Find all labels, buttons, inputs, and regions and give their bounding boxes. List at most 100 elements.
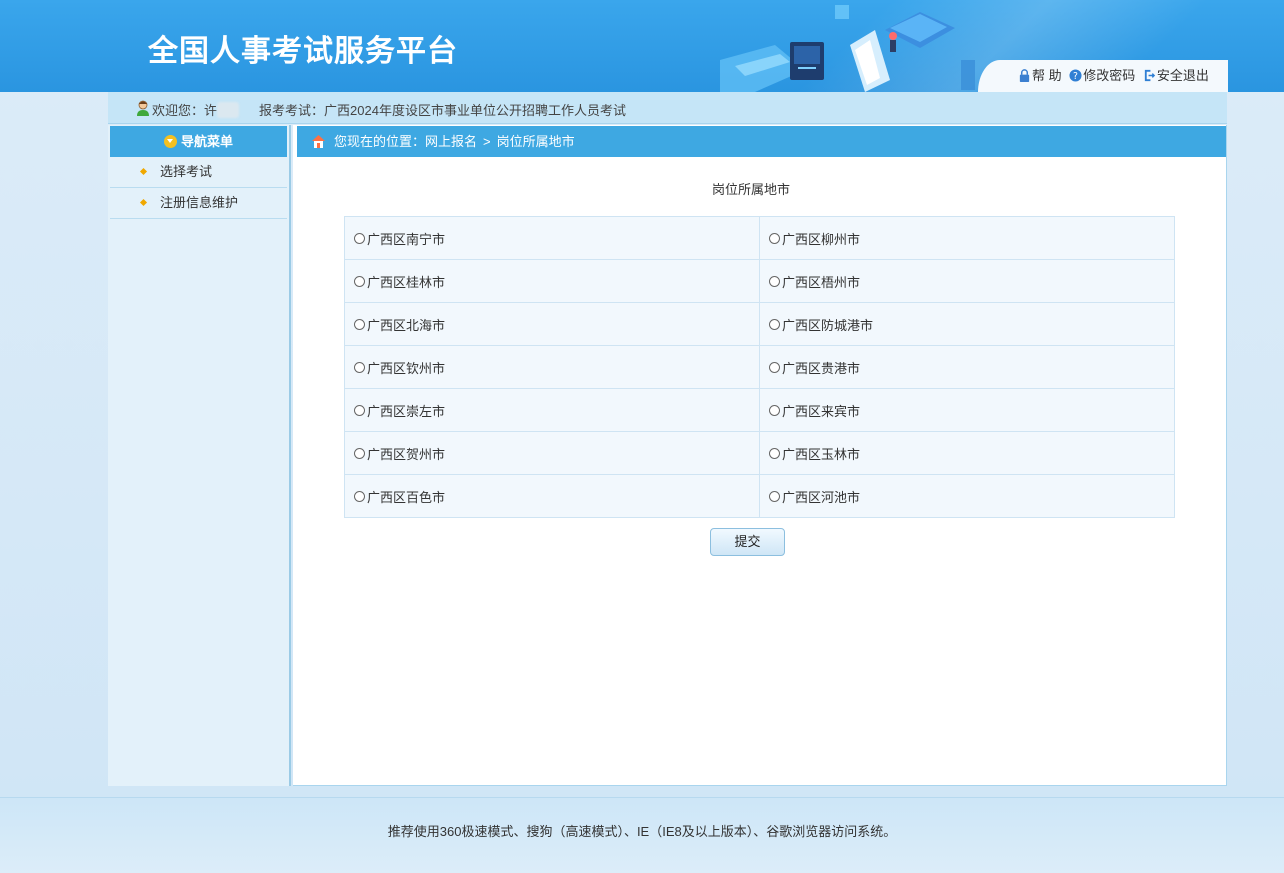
change-password-label: 修改密码 [1083, 68, 1136, 83]
city-option[interactable]: 广西区北海市 [354, 318, 445, 333]
table-row: 广西区南宁市 广西区柳州市 [344, 216, 1175, 260]
sidebar-item-label: 注册信息维护 [160, 195, 239, 210]
radio-button[interactable] [354, 490, 365, 502]
city-option-label: 广西区防城港市 [782, 317, 874, 333]
footer-text: 推荐使用360极速模式、搜狗（高速模式）、IE（IE8及以上版本）、谷歌浏览器访… [387, 824, 897, 839]
radio-button[interactable] [769, 275, 780, 287]
radio-button[interactable] [354, 318, 365, 330]
chevron-down-icon [163, 135, 177, 148]
site-title: 全国人事考试服务平台 [148, 34, 458, 69]
radio-button[interactable] [354, 275, 365, 287]
sidebar-item-select-exam[interactable]: 选择考试 [110, 157, 287, 188]
welcome-bar: 欢迎您：许 报考考试：广西2024年度设区市事业单位公开招聘工作人员考试 [108, 92, 1227, 124]
city-option-label: 广西区玉林市 [782, 446, 861, 462]
nav-header-label: 导航菜单 [180, 134, 233, 149]
radio-button[interactable] [354, 361, 365, 373]
city-option-cell: 广西区北海市 [344, 302, 760, 346]
table-row: 广西区崇左市 广西区来宾市 [344, 388, 1175, 432]
city-option-label: 广西区贵港市 [782, 360, 861, 376]
table-row: 广西区桂林市 广西区梧州市 [344, 259, 1175, 303]
city-option[interactable]: 广西区柳州市 [769, 232, 860, 247]
logout-link[interactable]: 安全退出 [1143, 65, 1209, 84]
redacted-name [217, 102, 240, 118]
exam-name: 广西2024年度设区市事业单位公开招聘工作人员考试 [324, 103, 626, 118]
radio-button[interactable] [769, 361, 780, 373]
radio-button[interactable] [769, 318, 780, 330]
city-option-label: 广西区钦州市 [367, 360, 446, 376]
city-option-label: 广西区北海市 [367, 317, 446, 333]
form-title: 岗位所属地市 [711, 182, 790, 197]
city-option-label: 广西区来宾市 [782, 403, 861, 419]
radio-button[interactable] [769, 404, 780, 416]
breadcrumb-level2: 岗位所属地市 [496, 134, 575, 149]
city-option-cell: 广西区柳州市 [759, 216, 1175, 260]
radio-button[interactable] [354, 447, 365, 459]
city-option[interactable]: 广西区百色市 [354, 490, 445, 505]
city-option-cell: 广西区南宁市 [344, 216, 760, 260]
welcome-greeting: 欢迎您：许 [152, 103, 218, 118]
help-link[interactable]: 帮 助 [1018, 65, 1062, 84]
city-option-cell: 广西区来宾市 [759, 388, 1175, 432]
city-option-cell: 广西区河池市 [759, 474, 1175, 518]
nav-header: 导航菜单 [110, 126, 287, 157]
radio-button[interactable] [354, 232, 365, 244]
city-option-label: 广西区梧州市 [782, 274, 861, 290]
bullet-icon [139, 198, 148, 207]
city-option[interactable]: 广西区河池市 [769, 490, 860, 505]
question-icon: ? [1069, 69, 1082, 82]
city-option[interactable]: 广西区桂林市 [354, 275, 445, 290]
city-option[interactable]: 广西区贺州市 [354, 447, 445, 462]
radio-button[interactable] [769, 490, 780, 502]
breadcrumb-level1[interactable]: 网上报名 [425, 134, 477, 149]
banner-illustration [720, 5, 975, 92]
top-links: 帮 助 ? 修改密码 安全退出 [978, 60, 1228, 92]
city-option-label: 广西区南宁市 [367, 231, 446, 247]
city-option[interactable]: 广西区来宾市 [769, 404, 860, 419]
city-option-label: 广西区河池市 [782, 489, 861, 505]
header-banner: 全国人事考试服务平台 帮 助 ? 修改密码 安全退出 [0, 0, 1284, 92]
radio-button[interactable] [769, 232, 780, 244]
city-option[interactable]: 广西区玉林市 [769, 447, 860, 462]
lock-icon [1019, 69, 1030, 82]
city-option-cell: 广西区贵港市 [759, 345, 1175, 389]
city-option-label: 广西区柳州市 [782, 231, 861, 247]
breadcrumb-separator: > [483, 134, 491, 149]
city-option[interactable]: 广西区贵港市 [769, 361, 860, 376]
city-option[interactable]: 广西区南宁市 [354, 232, 445, 247]
city-option-label: 广西区崇左市 [367, 403, 446, 419]
table-row: 广西区钦州市 广西区贵港市 [344, 345, 1175, 389]
table-row: 广西区贺州市 广西区玉林市 [344, 431, 1175, 475]
help-label: 帮 助 [1032, 68, 1062, 83]
main-panel: 您现在的位置：网上报名 > 岗位所属地市 岗位所属地市 广西区南宁市 广西区柳州市 … [293, 125, 1227, 786]
logout-label: 安全退出 [1156, 68, 1209, 83]
city-option-cell: 广西区百色市 [344, 474, 760, 518]
city-option-label: 广西区贺州市 [367, 446, 446, 462]
radio-button[interactable] [354, 404, 365, 416]
radio-button[interactable] [769, 447, 780, 459]
city-option-cell: 广西区玉林市 [759, 431, 1175, 475]
city-option[interactable]: 广西区梧州市 [769, 275, 860, 290]
city-option-label: 广西区百色市 [367, 489, 446, 505]
table-row: 广西区北海市 广西区防城港市 [344, 302, 1175, 346]
change-password-link[interactable]: ? 修改密码 [1069, 65, 1135, 84]
home-icon [312, 135, 325, 148]
submit-button[interactable]: 提交 [710, 528, 785, 556]
svg-text:?: ? [1073, 71, 1078, 82]
footer: 推荐使用360极速模式、搜狗（高速模式）、IE（IE8及以上版本）、谷歌浏览器访… [0, 797, 1284, 873]
city-option-cell: 广西区贺州市 [344, 431, 760, 475]
logout-icon [1144, 69, 1156, 82]
bullet-icon [139, 167, 148, 176]
city-option[interactable]: 广西区崇左市 [354, 404, 445, 419]
city-option-cell: 广西区防城港市 [759, 302, 1175, 346]
exam-label: 报考考试： [259, 103, 325, 118]
city-option-cell: 广西区崇左市 [344, 388, 760, 432]
sidebar-item-registration-info[interactable]: 注册信息维护 [110, 188, 287, 219]
table-row: 广西区百色市 广西区河池市 [344, 474, 1175, 518]
sidebar: 导航菜单 选择考试 注册信息维护 [108, 125, 291, 786]
city-option[interactable]: 广西区防城港市 [769, 318, 873, 333]
user-icon [137, 100, 149, 116]
city-option[interactable]: 广西区钦州市 [354, 361, 445, 376]
city-option-cell: 广西区桂林市 [344, 259, 760, 303]
city-options-table: 广西区南宁市 广西区柳州市 广西区桂林市 广西区梧州市 广西区北海市 广西区防城… [344, 216, 1175, 518]
city-option-label: 广西区桂林市 [367, 274, 446, 290]
